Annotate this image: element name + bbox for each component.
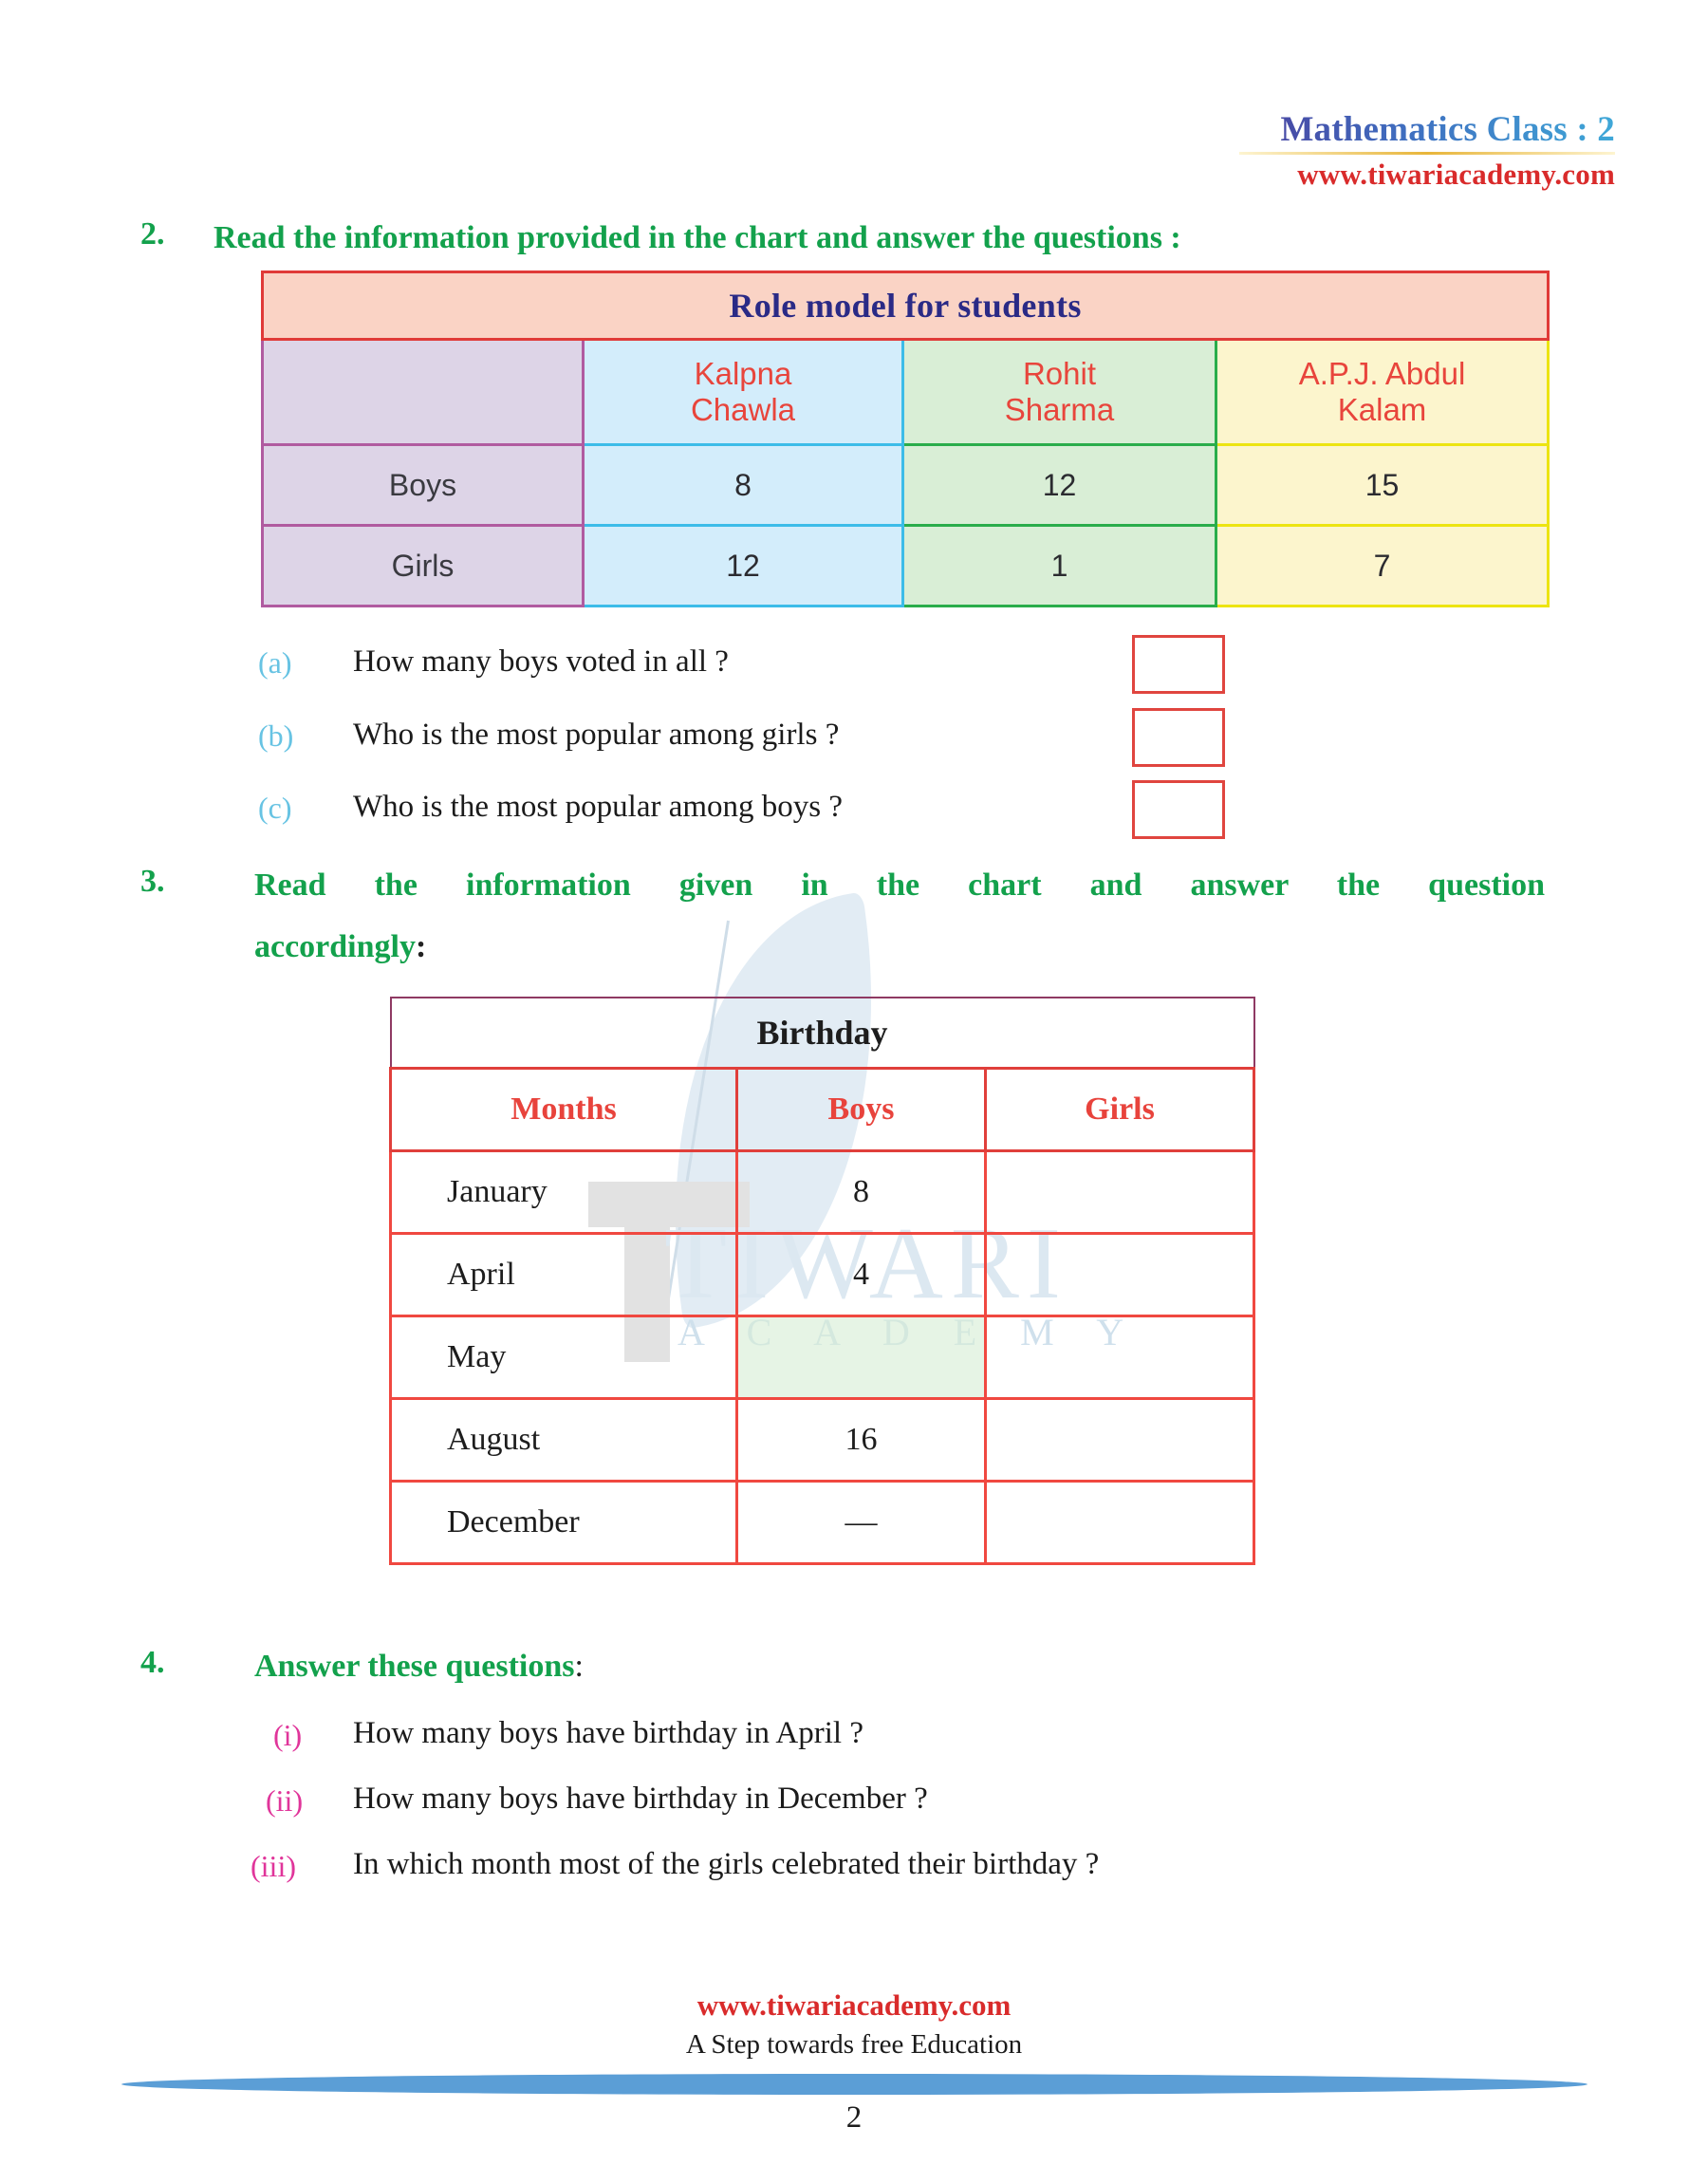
subquestion-b-text: Who is the most popular among girls ?	[353, 718, 840, 752]
question-3-heading-line-1: Read the information given in the chart …	[254, 868, 1545, 903]
footer-url[interactable]: www.tiwariacademy.com	[0, 1988, 1708, 2023]
table-row: Boys 8 12 15	[261, 443, 1550, 527]
cell-boys-rohit: 12	[901, 443, 1217, 527]
footer-divider	[121, 2074, 1587, 2095]
cell-boys-kalam: 15	[1214, 443, 1550, 527]
birthday-boys-april[interactable]: 4	[735, 1232, 987, 1317]
cell-girls-kalpna: 12	[582, 524, 904, 607]
name-line-1: Rohit	[1022, 355, 1097, 391]
table-row: April 4	[389, 1232, 1256, 1317]
table-row: Kalpna Chawla Rohit Sharma A.P.J. Abdul …	[261, 338, 1550, 446]
row-label-girls: Girls	[261, 524, 585, 607]
row-label-boys: Boys	[261, 443, 585, 527]
question-4-heading: Answer these questions:	[254, 1645, 584, 1689]
question-4-number: 4.	[140, 1645, 165, 1680]
birthday-girls-january[interactable]	[983, 1149, 1256, 1235]
table-row: Girls 12 1 7	[261, 524, 1550, 607]
question-3-heading-line-2: accordingly:	[254, 925, 426, 970]
item-i-text: How many boys have birthday in April ?	[353, 1716, 863, 1750]
question-3-heading-text: accordingly	[254, 929, 416, 964]
birthday-girls-december[interactable]	[983, 1480, 1256, 1565]
cell-girls-kalam: 7	[1214, 524, 1550, 607]
birthday-header-boys: Boys	[735, 1067, 987, 1152]
subquestion-a-tag: (a)	[258, 645, 292, 680]
question-2-heading: Read the information provided in the cha…	[214, 220, 1181, 255]
question-3-heading-colon: :	[415, 929, 427, 964]
page-number: 2	[845, 2100, 863, 2135]
birthday-table: Birthday Months Boys Girls January 8 Apr…	[389, 997, 1256, 1565]
birthday-girls-august[interactable]	[983, 1397, 1256, 1483]
header-title: Mathematics Class : 2	[1239, 111, 1615, 149]
birthday-girls-may[interactable]	[983, 1315, 1256, 1400]
birthday-month-august: August	[389, 1397, 738, 1483]
birthday-header-girls: Girls	[983, 1067, 1256, 1152]
table-header-row: Months Boys Girls	[389, 1067, 1256, 1152]
name-line-2: Sharma	[1004, 392, 1115, 427]
birthday-boys-december[interactable]: —	[735, 1480, 987, 1565]
name-line-1: A.P.J. Abdul	[1298, 355, 1466, 391]
answer-box-c[interactable]	[1132, 780, 1225, 839]
name-line-2: Kalam	[1337, 392, 1427, 427]
role-model-column-rohit-sharma: Rohit Sharma	[901, 338, 1217, 446]
role-model-table-title: Role model for students	[260, 271, 1550, 341]
birthday-month-december: December	[389, 1480, 738, 1565]
question-2-number: 2.	[140, 216, 165, 252]
subquestion-b-tag: (b)	[258, 718, 294, 753]
birthday-boys-may[interactable]	[735, 1315, 987, 1400]
cell-boys-kalpna: 8	[582, 443, 904, 527]
table-row: January 8	[389, 1149, 1256, 1235]
birthday-boys-august[interactable]: 16	[735, 1397, 987, 1483]
name-line-1: Kalpna	[694, 355, 792, 391]
item-ii-tag: (ii)	[266, 1783, 304, 1818]
role-model-corner-cell	[261, 338, 585, 446]
table-row: Birthday	[389, 997, 1255, 1070]
table-row: December —	[389, 1480, 1256, 1565]
question-4-heading-text: Answer these questions	[254, 1649, 575, 1684]
role-model-column-apj-abdul-kalam: A.P.J. Abdul Kalam	[1214, 338, 1550, 446]
birthday-boys-january[interactable]: 8	[735, 1149, 987, 1235]
item-ii-text: How many boys have birthday in December …	[353, 1782, 928, 1816]
question-3-number: 3.	[140, 864, 165, 899]
birthday-month-may: May	[389, 1315, 738, 1400]
footer-tagline: A Step towards free Education	[685, 2029, 1023, 2060]
item-iii-tag: (iii)	[251, 1849, 296, 1883]
question-4-heading-colon: :	[574, 1649, 584, 1684]
birthday-header-months: Months	[389, 1067, 738, 1152]
answer-box-b[interactable]	[1132, 708, 1225, 767]
subquestion-c-text: Who is the most popular among boys ?	[353, 790, 844, 824]
page-header: Mathematics Class : 2 www.tiwariacademy.…	[1239, 111, 1615, 192]
birthday-girls-april[interactable]	[983, 1232, 1256, 1317]
table-row: May	[389, 1315, 1256, 1400]
item-i-tag: (i)	[273, 1718, 303, 1752]
subquestion-a-text: How many boys voted in all ?	[353, 644, 729, 679]
header-url[interactable]: www.tiwariacademy.com	[1239, 158, 1615, 192]
name-line-2: Chawla	[690, 392, 796, 427]
birthday-table-title: Birthday	[389, 997, 1255, 1070]
cell-girls-rohit: 1	[901, 524, 1217, 607]
table-row: August 16	[389, 1397, 1256, 1483]
birthday-month-april: April	[389, 1232, 738, 1317]
item-iii-text: In which month most of the girls celebra…	[353, 1847, 1100, 1881]
answer-box-a[interactable]	[1132, 635, 1225, 694]
subquestion-c-tag: (c)	[258, 791, 292, 825]
role-model-column-kalpna-chawla: Kalpna Chawla	[582, 338, 904, 446]
role-model-table: Role model for students Kalpna Chawla Ro…	[260, 271, 1550, 607]
header-divider	[1239, 151, 1615, 155]
table-row: Role model for students	[260, 271, 1550, 341]
birthday-month-january: January	[389, 1149, 738, 1235]
